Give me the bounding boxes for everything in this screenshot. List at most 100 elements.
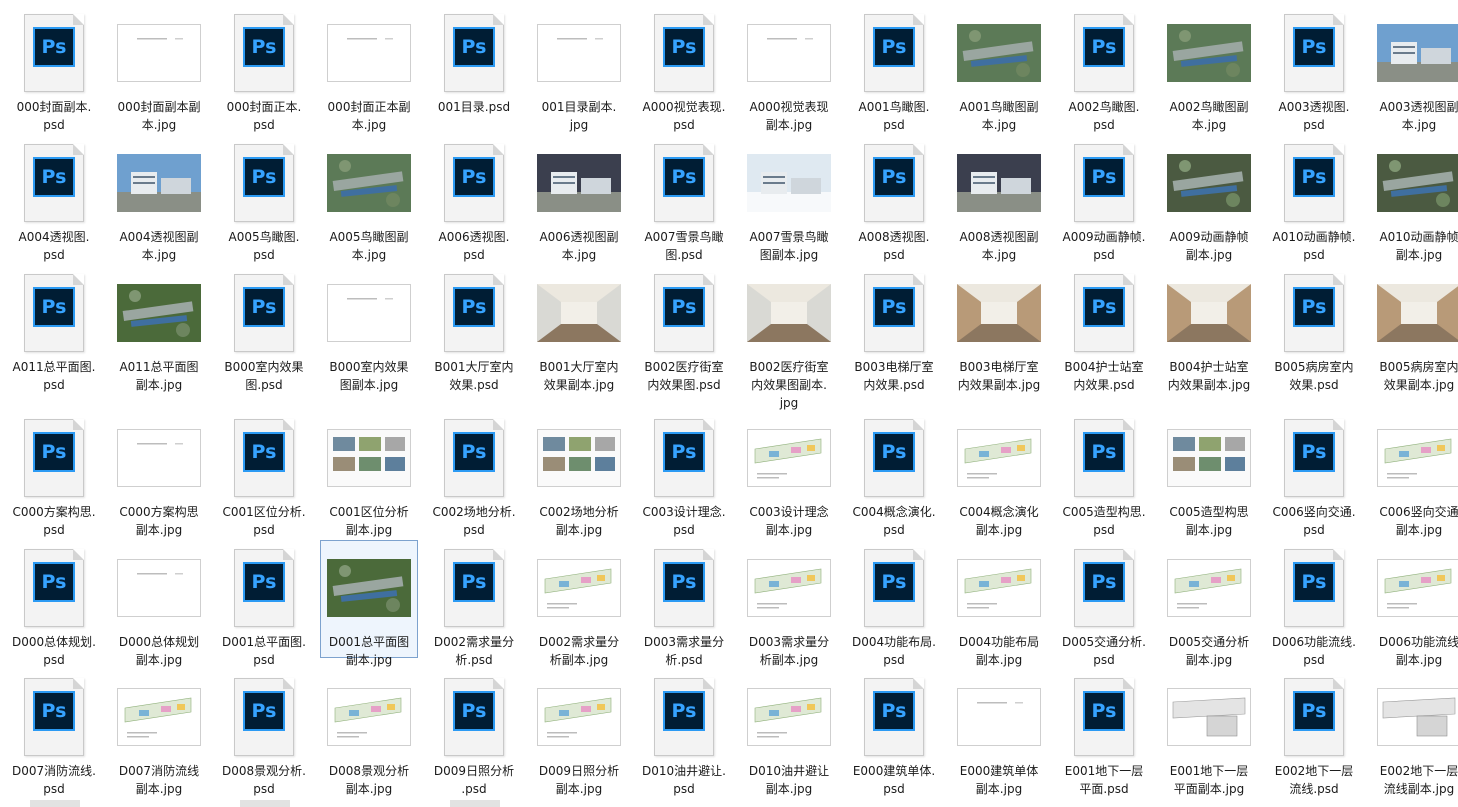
psd-file-item[interactable]: Ps 001目录.psd — [425, 5, 523, 123]
jpg-file-item[interactable]: 000封面正本副 本.jpg — [320, 5, 418, 132]
psd-file-item[interactable]: Ps B004护士站室 内效果.psd — [1055, 265, 1153, 392]
jpg-file-item[interactable]: D001总平面图 副本.jpg — [320, 540, 418, 667]
jpg-file-item[interactable]: C001区位分析 副本.jpg — [320, 410, 418, 537]
file-thumbnail — [955, 140, 1043, 226]
psd-file-item[interactable]: Ps 000封面副本. psd — [5, 5, 103, 132]
jpg-file-item[interactable]: A011总平面图 副本.jpg — [110, 265, 208, 392]
jpg-file-item[interactable]: D008景观分析 副本.jpg — [320, 669, 418, 796]
jpg-file-item[interactable]: C000方案构思 副本.jpg — [110, 410, 208, 537]
jpg-file-item[interactable]: B001大厅室内 效果副本.jpg — [530, 265, 628, 392]
jpg-file-item[interactable]: A000视觉表现 副本.jpg — [740, 5, 838, 132]
psd-file-item[interactable]: Ps D004功能布局. psd — [845, 540, 943, 667]
jpg-file-item[interactable]: A004透视图副 本.jpg — [110, 135, 208, 262]
psd-file-item[interactable]: Ps A010动画静帧. psd — [1265, 135, 1363, 262]
psd-file-item[interactable]: Ps C004概念演化. psd — [845, 410, 943, 537]
jpg-file-item[interactable]: A005鸟瞰图副 本.jpg — [320, 135, 418, 262]
jpg-file-item[interactable]: C006竖向交通 副本.jpg — [1370, 410, 1458, 537]
psd-file-item[interactable]: Ps E002地下一层 流线.psd — [1265, 669, 1363, 796]
psd-file-item[interactable]: Ps A001鸟瞰图. psd — [845, 5, 943, 132]
jpg-file-item[interactable]: A009动画静帧 副本.jpg — [1160, 135, 1258, 262]
psd-file-item[interactable]: Ps B000室内效果 图.psd — [215, 265, 313, 392]
jpg-file-item[interactable]: D004功能布局 副本.jpg — [950, 540, 1048, 667]
jpg-file-item[interactable]: A006透视图副 本.jpg — [530, 135, 628, 262]
psd-file-item[interactable]: Ps A004透视图. psd — [5, 135, 103, 262]
psd-file-item[interactable]: Ps E000建筑单体. psd — [845, 669, 943, 796]
jpg-file-item[interactable]: E002地下一层 流线副本.jpg — [1370, 669, 1458, 796]
ps-logo-icon: Ps — [663, 157, 705, 197]
psd-file-item[interactable]: Ps A003透视图. psd — [1265, 5, 1363, 132]
psd-file-item[interactable]: Ps B003电梯厅室 内效果.psd — [845, 265, 943, 392]
psd-file-item[interactable]: Ps 000封面正本. psd — [215, 5, 313, 132]
psd-file-item[interactable]: Ps C005造型构思. psd — [1055, 410, 1153, 537]
image-preview — [747, 688, 831, 746]
psd-file-item[interactable]: Ps A006透视图. psd — [425, 135, 523, 262]
psd-file-item[interactable]: Ps A000视觉表现. psd — [635, 5, 733, 132]
psd-file-item[interactable]: Ps D001总平面图. psd — [215, 540, 313, 667]
jpg-file-item[interactable]: D007消防流线 副本.jpg — [110, 669, 208, 796]
psd-file-item[interactable]: Ps D003需求量分 析.psd — [635, 540, 733, 667]
jpg-file-item[interactable]: E000建筑单体 副本.jpg — [950, 669, 1048, 796]
jpg-file-item[interactable]: D002需求量分 析副本.jpg — [530, 540, 628, 667]
psd-file-item[interactable]: Ps A008透视图. psd — [845, 135, 943, 262]
jpg-file-item[interactable]: A003透视图副 本.jpg — [1370, 5, 1458, 132]
jpg-file-item[interactable]: D005交通分析 副本.jpg — [1160, 540, 1258, 667]
jpg-file-item[interactable]: D003需求量分 析副本.jpg — [740, 540, 838, 667]
psd-file-item[interactable]: Ps B005病房室内 效果.psd — [1265, 265, 1363, 392]
psd-file-item[interactable]: Ps D007消防流线. psd — [5, 669, 103, 796]
file-name-line: E002地下一层 — [1379, 764, 1458, 778]
photoshop-file-icon: Ps — [24, 549, 84, 627]
file-name-line: 内效果图.psd — [647, 378, 721, 392]
jpg-file-item[interactable]: B005病房室内 效果副本.jpg — [1370, 265, 1458, 392]
jpg-file-item[interactable]: C005造型构思 副本.jpg — [1160, 410, 1258, 537]
jpg-file-item[interactable]: A002鸟瞰图副 本.jpg — [1160, 5, 1258, 132]
file-name-line: E002地下一层 — [1274, 764, 1354, 778]
psd-file-item[interactable]: Ps D010油井避让. psd — [635, 669, 733, 796]
file-name-label: A005鸟瞰图. psd — [216, 228, 312, 264]
psd-file-item[interactable]: Ps A011总平面图. psd — [5, 265, 103, 392]
psd-file-item[interactable]: Ps D002需求量分 析.psd — [425, 540, 523, 667]
psd-file-item[interactable]: Ps C001区位分析. psd — [215, 410, 313, 537]
psd-file-item[interactable]: Ps C003设计理念. psd — [635, 410, 733, 537]
jpg-file-item[interactable]: E001地下一层 平面副本.jpg — [1160, 669, 1258, 796]
psd-file-item[interactable]: Ps E001地下一层 平面.psd — [1055, 669, 1153, 796]
jpg-file-item[interactable]: D009日照分析 副本.jpg — [530, 669, 628, 796]
psd-file-item[interactable]: Ps C006竖向交通. psd — [1265, 410, 1363, 537]
psd-file-item[interactable]: Ps B001大厅室内 效果.psd — [425, 265, 523, 392]
file-name-line: C003设计理念. — [642, 505, 726, 519]
psd-file-item[interactable]: Ps A002鸟瞰图. psd — [1055, 5, 1153, 132]
jpg-file-item[interactable]: C002场地分析 副本.jpg — [530, 410, 628, 537]
jpg-file-item[interactable]: B004护士站室 内效果副本.jpg — [1160, 265, 1258, 392]
jpg-file-item[interactable]: 001目录副本. jpg — [530, 5, 628, 132]
image-preview — [117, 154, 201, 212]
jpg-file-item[interactable]: B000室内效果 图副本.jpg — [320, 265, 418, 392]
jpg-file-item[interactable]: D006功能流线 副本.jpg — [1370, 540, 1458, 667]
jpg-file-item[interactable]: A001鸟瞰图副 本.jpg — [950, 5, 1048, 132]
jpg-file-item[interactable]: D010油井避让 副本.jpg — [740, 669, 838, 796]
psd-file-item[interactable]: Ps D009日照分析 .psd — [425, 669, 523, 796]
jpg-file-item[interactable]: 000封面副本副 本.jpg — [110, 5, 208, 132]
jpg-file-item[interactable]: D000总体规划 副本.jpg — [110, 540, 208, 667]
psd-file-item[interactable]: Ps D006功能流线. psd — [1265, 540, 1363, 667]
jpg-file-item[interactable]: B003电梯厅室 内效果副本.jpg — [950, 265, 1048, 392]
file-name-line: A004透视图副 — [119, 230, 199, 244]
psd-file-item[interactable]: Ps D008景观分析. psd — [215, 669, 313, 796]
psd-file-item[interactable]: Ps B002医疗街室 内效果图.psd — [635, 265, 733, 392]
ps-logo-icon: Ps — [33, 432, 75, 472]
jpg-file-item[interactable]: C004概念演化 副本.jpg — [950, 410, 1048, 537]
jpg-file-item[interactable]: C003设计理念 副本.jpg — [740, 410, 838, 537]
file-name-label: B001大厅室内 效果副本.jpg — [531, 358, 627, 394]
ps-logo-icon: Ps — [33, 287, 75, 327]
psd-file-item[interactable]: Ps D000总体规划. psd — [5, 540, 103, 667]
jpg-file-item[interactable]: A007雪景鸟瞰 图副本.jpg — [740, 135, 838, 262]
psd-file-item[interactable]: Ps A009动画静帧. psd — [1055, 135, 1153, 262]
file-name-line: 000封面副本. — [16, 100, 92, 114]
psd-file-item[interactable]: Ps C002场地分析. psd — [425, 410, 523, 537]
jpg-file-item[interactable]: A010动画静帧 副本.jpg — [1370, 135, 1458, 262]
jpg-file-item[interactable]: A008透视图副 本.jpg — [950, 135, 1048, 262]
psd-file-item[interactable]: Ps D005交通分析. psd — [1055, 540, 1153, 667]
photoshop-file-icon: Ps — [654, 14, 714, 92]
psd-file-item[interactable]: Ps C000方案构思. psd — [5, 410, 103, 537]
psd-file-item[interactable]: Ps A005鸟瞰图. psd — [215, 135, 313, 262]
psd-file-item[interactable]: Ps A007雪景鸟瞰 图.psd — [635, 135, 733, 262]
jpg-file-item[interactable]: B002医疗街室 内效果图副本. jpg — [740, 265, 838, 410]
